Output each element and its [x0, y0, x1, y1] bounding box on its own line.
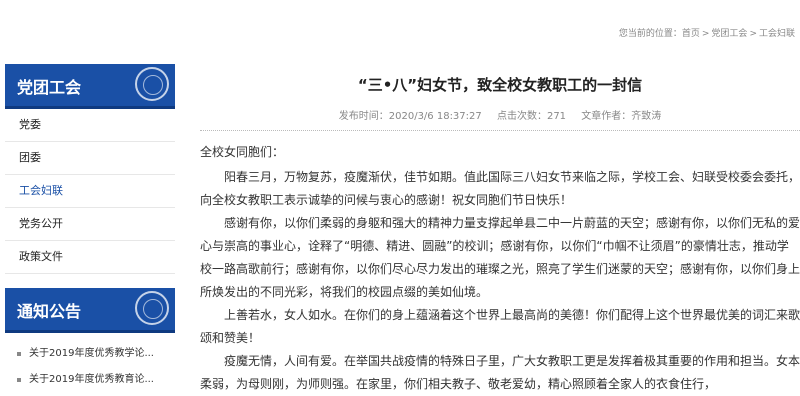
article-content: 全校女同胞们： 阳春三月，万物复苏，疫魔渐伏，佳节如期。值此国际三八妇女节来临之…	[200, 141, 800, 396]
notice-item-label: 关于2019年度优秀教育论...	[29, 374, 154, 385]
sidebar-header: 党团工会	[5, 64, 175, 109]
sidebar-item-youth-league[interactable]: 团委	[5, 142, 175, 175]
article-title: “三•八”妇女节，致全校女教职工的一封信	[357, 76, 643, 94]
article-paragraph: 感谢有你，以你们柔弱的身躯和强大的精神力量支撑起单县二中一片蔚蓝的天空；感谢有你…	[200, 216, 800, 299]
school-emblem-icon	[135, 291, 169, 325]
click-count: 点击次数：271	[496, 111, 567, 122]
notice-item[interactable]: 关于2019年度优秀教学论...	[5, 341, 175, 367]
notice-section: 通知公告 关于2019年度优秀教学论... 关于2019年度优秀教育论...	[5, 288, 175, 393]
article-paragraph: 疫魔无情，人间有爱。在举国共战疫情的特殊日子里，广大女教职工更是发挥着极其重要的…	[200, 354, 800, 391]
sidebar-item-party-affairs[interactable]: 党务公开	[5, 208, 175, 241]
notice-list: 关于2019年度优秀教学论... 关于2019年度优秀教育论...	[5, 333, 175, 393]
breadcrumb-prefix: 您当前的位置：	[618, 29, 682, 39]
sidebar-menu: 党委 团委 工会妇联 党务公开 政策文件	[5, 109, 175, 274]
sidebar-item-union-women[interactable]: 工会妇联	[5, 175, 175, 208]
breadcrumb-link-party[interactable]: 党团工会	[711, 29, 747, 39]
sidebar-item-party-committee[interactable]: 党委	[5, 109, 175, 142]
sidebar-title: 党团工会	[17, 78, 82, 97]
article-paragraph: 阳春三月，万物复苏，疫魔渐伏，佳节如期。值此国际三八妇女节来临之际，学校工会、妇…	[200, 170, 800, 207]
school-emblem-icon	[135, 67, 169, 101]
article-meta: 发布时间：2020/3/6 18:37:27 点击次数：271 文章作者：齐致涛	[200, 107, 800, 131]
breadcrumb-separator: >	[701, 29, 710, 39]
notice-item[interactable]: 关于2019年度优秀教育论...	[5, 367, 175, 393]
article-greeting: 全校女同胞们：	[200, 145, 285, 159]
notice-title: 通知公告	[17, 302, 82, 321]
article-paragraph: 上善若水，女人如水。在你们的身上蕴涵着这个世界上最高尚的美德！你们配得上这个世界…	[200, 308, 800, 345]
notice-item-label: 关于2019年度优秀教学论...	[29, 348, 154, 359]
sidebar-item-policy-docs[interactable]: 政策文件	[5, 241, 175, 274]
notice-header: 通知公告	[5, 288, 175, 333]
breadcrumb: 您当前的位置：首页 > 党团工会 > 工会妇联	[600, 26, 795, 39]
bullet-icon	[17, 352, 21, 356]
breadcrumb-link-home[interactable]: 首页	[682, 29, 700, 39]
publish-time: 发布时间：2020/3/6 18:37:27	[338, 111, 482, 122]
breadcrumb-separator: >	[749, 29, 757, 39]
breadcrumb-link-union[interactable]: 工会妇联	[759, 29, 795, 39]
article-author: 文章作者：齐致涛	[581, 111, 662, 122]
bullet-icon	[17, 378, 21, 382]
article-main: “三•八”妇女节，致全校女教职工的一封信 发布时间：2020/3/6 18:37…	[200, 60, 800, 396]
sidebar: 党团工会 党委 团委 工会妇联 党务公开 政策文件 通知公告 关于2019年度优…	[5, 64, 175, 393]
